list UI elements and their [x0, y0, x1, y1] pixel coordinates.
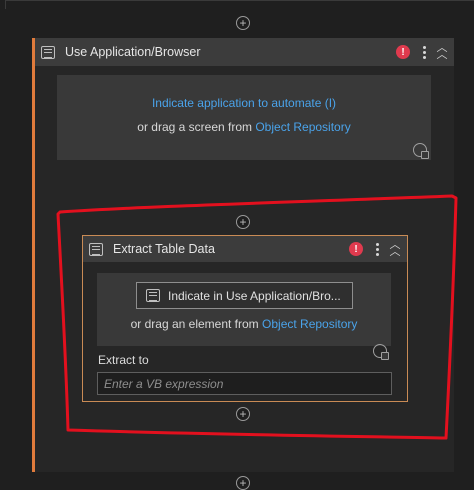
add-activity-bottom-button[interactable] [236, 407, 250, 421]
use-application-browser-header[interactable]: Use Application/Browser ! ︿ ︿ [35, 38, 454, 66]
object-repository-icon[interactable] [413, 143, 429, 159]
object-repository-link[interactable]: Object Repository [262, 317, 357, 331]
add-activity-top-button[interactable] [236, 16, 250, 30]
drag-screen-text: or drag a screen from [137, 120, 256, 134]
more-options-icon[interactable] [422, 45, 426, 59]
indicate-target-icon [146, 289, 160, 302]
screen-drop-zone[interactable] [57, 75, 431, 160]
object-repository-icon[interactable] [373, 344, 389, 360]
extract-table-data-header[interactable]: Extract Table Data ! ︿ ︿ [83, 236, 407, 262]
indicate-element-label: Indicate in Use Application/Bro... [168, 288, 341, 303]
error-icon[interactable]: ! [396, 45, 410, 59]
activity-title: Use Application/Browser [65, 45, 201, 59]
error-icon[interactable]: ! [349, 242, 363, 256]
drag-element-text: or drag an element from [130, 317, 263, 331]
activity-title: Extract Table Data [113, 242, 215, 256]
application-window-icon [41, 45, 55, 59]
extract-to-input[interactable] [97, 372, 392, 395]
extract-to-label: Extract to [98, 353, 149, 367]
indicate-element-button[interactable]: Indicate in Use Application/Bro... [136, 282, 353, 309]
object-repository-link[interactable]: Object Repository [255, 120, 350, 134]
drag-screen-hint: or drag a screen from Object Repository [57, 120, 431, 134]
indicate-application-link[interactable]: Indicate application to automate (I) [57, 96, 431, 110]
drag-element-hint: or drag an element from Object Repositor… [97, 317, 391, 331]
table-extract-icon [89, 242, 103, 256]
add-activity-below-button[interactable] [236, 476, 250, 490]
selection-accent-bar [32, 38, 35, 472]
add-activity-button[interactable] [236, 215, 250, 229]
collapse-icon[interactable]: ︿ ︿ [436, 43, 448, 61]
canvas-border [5, 0, 474, 9]
collapse-icon[interactable]: ︿ ︿ [389, 240, 401, 258]
more-options-icon[interactable] [375, 242, 379, 256]
